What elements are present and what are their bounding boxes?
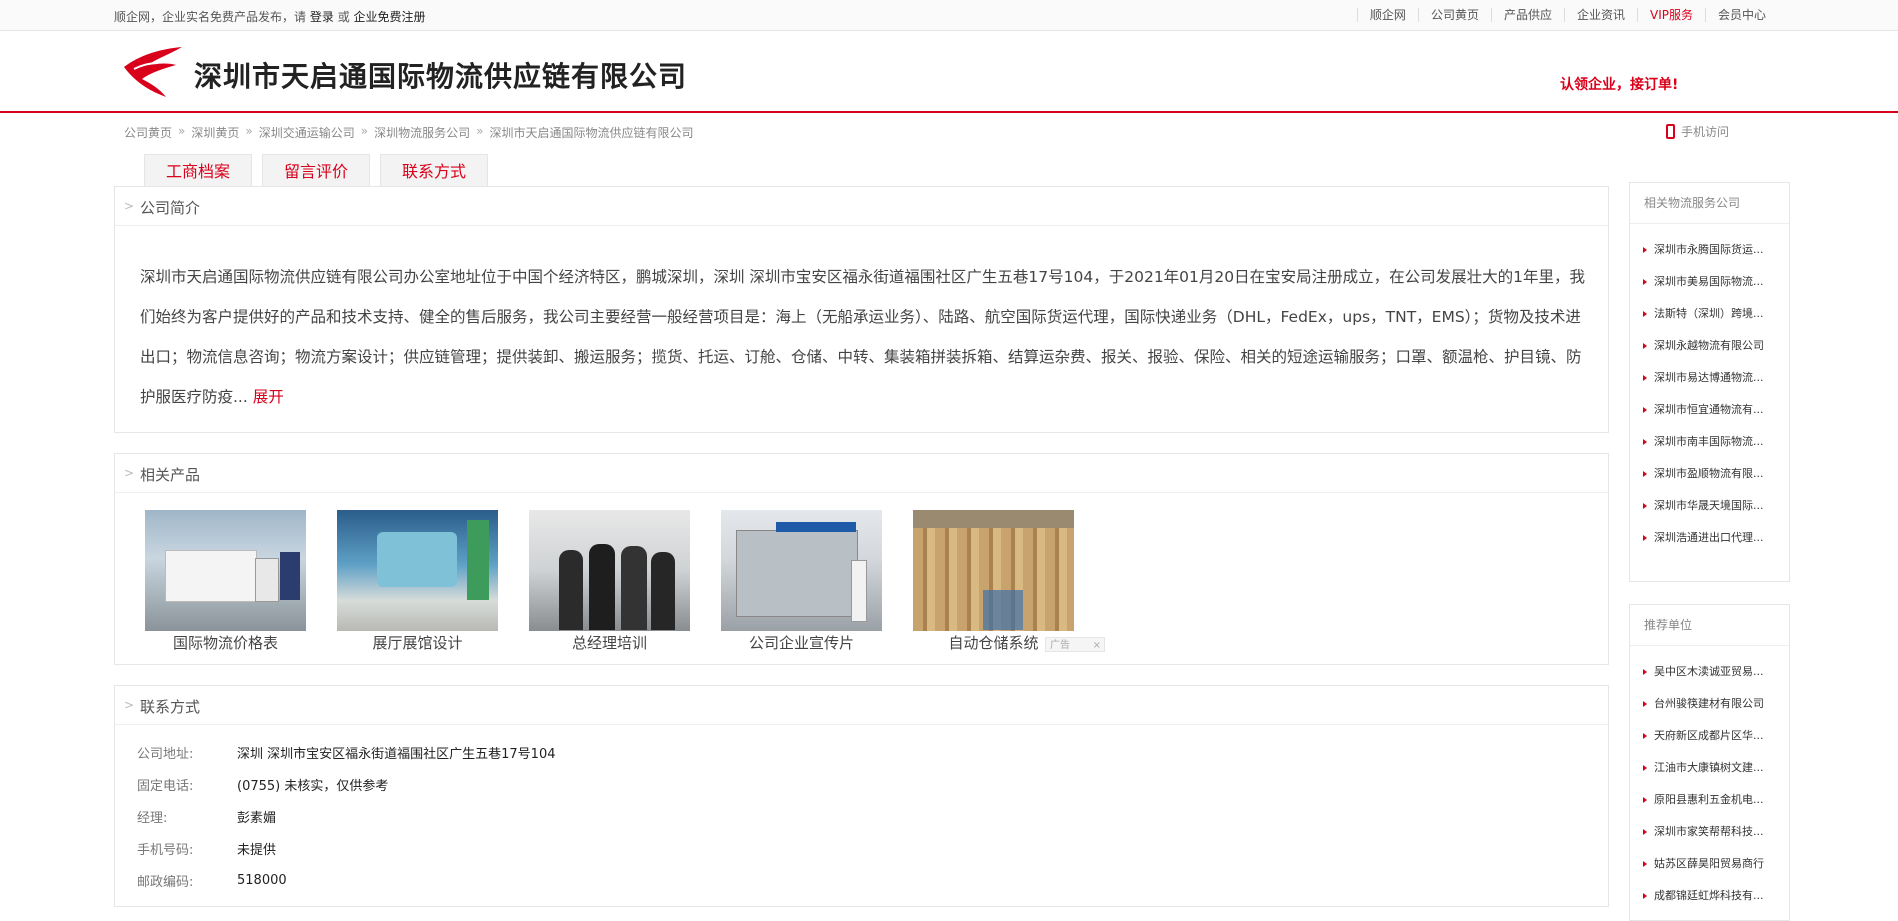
related-company-link[interactable]: 深圳永越物流有限公司 — [1630, 330, 1789, 362]
recommended-company-list: 吴中区木渎诚亚贸易... 台州骏筷建材有限公司 天府新区成都片区华... 江油市… — [1630, 646, 1789, 912]
product-card[interactable]: 自动仓储系统 — [913, 510, 1074, 653]
sidebar-related-title: 相关物流服务公司 — [1630, 183, 1789, 224]
phone-value: (0755) 未核实，仅供参考 — [237, 778, 389, 794]
intro-body: 深圳市天启通国际物流供应链有限公司办公室地址位于中国个经济特区，鹏城深圳，深圳 … — [140, 257, 1590, 417]
chevron-right-icon: > — [124, 466, 135, 480]
breadcrumb-current: 深圳市天启通国际物流供应链有限公司 — [489, 126, 694, 140]
intro-title: 公司简介 — [140, 199, 201, 217]
products-header: > 相关产品 — [115, 454, 1608, 493]
topnav-member[interactable]: 会员中心 — [1704, 8, 1778, 22]
intro-panel: > 公司简介 深圳市天启通国际物流供应链有限公司办公室地址位于中国个经济特区，鹏… — [114, 186, 1609, 433]
related-company-link[interactable]: 深圳浩通进出口代理... — [1630, 522, 1789, 554]
product-image-logistics-truck[interactable] — [145, 510, 306, 631]
chevron-right-icon: > — [124, 199, 135, 213]
sidebar-recommend-title: 推荐单位 — [1630, 605, 1789, 646]
sidebar-related: 相关物流服务公司 深圳市永腾国际货运... 深圳市美易国际物流... 法斯特（深… — [1629, 182, 1790, 582]
tab-reviews[interactable]: 留言评价 — [262, 154, 370, 187]
related-company-link[interactable]: 深圳市华晟天境国际... — [1630, 490, 1789, 522]
mobile-visit-label: 手机访问 — [1681, 125, 1730, 139]
contact-panel: > 联系方式 公司地址: 深圳 深圳市宝安区福永街道福围社区广生五巷17号104… — [114, 685, 1609, 907]
related-company-link[interactable]: 深圳市易达博通物流... — [1630, 362, 1789, 394]
related-company-link[interactable]: 深圳市南丰国际物流... — [1630, 426, 1789, 458]
topnav-shunqi[interactable]: 顺企网 — [1356, 8, 1418, 22]
topbar-welcome: 顺企网，企业实名免费产品发布，请 登录 或 企业免费注册 — [114, 10, 426, 24]
phone-icon — [1666, 124, 1675, 139]
product-list: 国际物流价格表 展厅展馆设计 总经理培训 公司企业宣传片 自动仓储系统 — [145, 510, 1074, 653]
topnav-products[interactable]: 产品供应 — [1490, 8, 1564, 22]
recommended-company-link[interactable]: 成都锦廷虹烨科技有... — [1630, 880, 1789, 912]
close-icon[interactable]: × — [1093, 638, 1104, 653]
related-company-link[interactable]: 深圳市永腾国际货运... — [1630, 234, 1789, 266]
recommended-company-link[interactable]: 原阳县惠利五金机电... — [1630, 784, 1789, 816]
related-company-link[interactable]: 法斯特（深圳）跨境... — [1630, 298, 1789, 330]
recommended-company-link[interactable]: 吴中区木渎诚亚贸易... — [1630, 656, 1789, 688]
intro-text: 深圳市天启通国际物流供应链有限公司办公室地址位于中国个经济特区，鹏城深圳，深圳 … — [140, 268, 1585, 406]
register-link[interactable]: 企业免费注册 — [354, 10, 426, 24]
product-card[interactable]: 总经理培训 — [529, 510, 690, 653]
breadcrumb-separator: » — [476, 124, 484, 138]
products-panel: > 相关产品 国际物流价格表 展厅展馆设计 总经理培训 公司企业宣传片 自动仓储… — [114, 453, 1609, 665]
breadcrumb-item[interactable]: 深圳交通运输公司 — [259, 124, 355, 141]
breadcrumb-separator: » — [245, 124, 253, 138]
mobile-value: 未提供 — [237, 842, 277, 858]
product-name[interactable]: 公司企业宣传片 — [721, 632, 882, 653]
related-company-link[interactable]: 深圳市美易国际物流... — [1630, 266, 1789, 298]
topnav-vip[interactable]: VIP服务 — [1636, 8, 1705, 22]
postcode-value: 518000 — [237, 872, 287, 888]
product-card[interactable]: 展厅展馆设计 — [337, 510, 498, 653]
related-company-list: 深圳市永腾国际货运... 深圳市美易国际物流... 法斯特（深圳）跨境... 深… — [1630, 224, 1789, 554]
breadcrumb-item[interactable]: 深圳黄页 — [191, 124, 239, 141]
expand-link[interactable]: 展开 — [253, 388, 284, 406]
recommended-company-link[interactable]: 姑苏区薛昊阳贸易商行 — [1630, 848, 1789, 880]
top-nav: 顺企网 公司黄页 产品供应 企业资讯 VIP服务 会员中心 — [1356, 8, 1778, 22]
company-name: 深圳市天启通国际物流供应链有限公司 — [194, 60, 688, 93]
product-card[interactable]: 公司企业宣传片 — [721, 510, 882, 653]
claim-link[interactable]: 认领企业，接订单! — [1560, 74, 1678, 94]
tab-contact[interactable]: 联系方式 — [380, 154, 488, 187]
product-image-managers[interactable] — [529, 510, 690, 631]
logo-icon[interactable] — [120, 45, 184, 99]
top-bar: 顺企网，企业实名免费产品发布，请 登录 或 企业免费注册 顺企网 公司黄页 产品… — [0, 0, 1898, 31]
topnav-news[interactable]: 企业资讯 — [1563, 8, 1637, 22]
recommended-company-link[interactable]: 江油市大康镇树文建... — [1630, 752, 1789, 784]
contact-row: 邮政编码: 518000 — [137, 872, 287, 890]
recommended-company-link[interactable]: 台州骏筷建材有限公司 — [1630, 688, 1789, 720]
product-name[interactable]: 展厅展馆设计 — [337, 632, 498, 653]
breadcrumb-separator: » — [178, 124, 186, 138]
product-image-warehouse[interactable] — [913, 510, 1074, 631]
related-company-link[interactable]: 深圳市盈顺物流有限... — [1630, 458, 1789, 490]
product-name[interactable]: 总经理培训 — [529, 632, 690, 653]
recommended-company-link[interactable]: 深圳市家笑帮帮科技... — [1630, 816, 1789, 848]
contact-header: > 联系方式 — [115, 686, 1608, 725]
contact-row: 固定电话: (0755) 未核实，仅供参考 — [137, 768, 556, 800]
tab-business-records[interactable]: 工商档案 — [144, 154, 252, 187]
contact-row: 手机号码: 未提供 — [137, 832, 556, 864]
mobile-visit-link[interactable]: 手机访问 — [1666, 123, 1729, 140]
site-header: 深圳市天启通国际物流供应链有限公司 认领企业，接订单! — [0, 31, 1898, 113]
related-company-link[interactable]: 深圳市恒宜通物流有... — [1630, 394, 1789, 426]
address-value: 深圳 深圳市宝安区福永街道福围社区广生五巷17号104 — [237, 746, 556, 762]
breadcrumb-item[interactable]: 深圳物流服务公司 — [374, 124, 470, 141]
product-image-exhibition-hall[interactable] — [337, 510, 498, 631]
contact-title: 联系方式 — [140, 698, 201, 716]
manager-value: 彭素媚 — [237, 810, 277, 826]
topnav-yellow-pages[interactable]: 公司黄页 — [1417, 8, 1491, 22]
intro-header: > 公司简介 — [115, 187, 1608, 226]
product-card[interactable]: 国际物流价格表 — [145, 510, 306, 653]
contact-row: 公司地址: 深圳 深圳市宝安区福永街道福围社区广生五巷17号104 — [137, 736, 556, 768]
ad-badge[interactable]: 广告 × — [1045, 637, 1105, 652]
breadcrumb: 公司黄页 » 深圳黄页 » 深圳交通运输公司 » 深圳物流服务公司 » 深圳市天… — [124, 124, 693, 141]
chevron-right-icon: > — [124, 698, 135, 712]
breadcrumb-item[interactable]: 公司黄页 — [124, 124, 172, 141]
recommended-company-link[interactable]: 天府新区成都片区华... — [1630, 720, 1789, 752]
product-name[interactable]: 国际物流价格表 — [145, 632, 306, 653]
product-image-office-building[interactable] — [721, 510, 882, 631]
breadcrumb-separator: » — [360, 124, 369, 138]
contact-details: 公司地址: 深圳 深圳市宝安区福永街道福围社区广生五巷17号104 固定电话: … — [137, 736, 556, 896]
login-link[interactable]: 登录 — [310, 10, 334, 24]
contact-row: 经理: 彭素媚 — [137, 800, 556, 832]
sidebar-recommend: 推荐单位 吴中区木渎诚亚贸易... 台州骏筷建材有限公司 天府新区成都片区华..… — [1629, 604, 1790, 921]
products-title: 相关产品 — [140, 466, 201, 484]
